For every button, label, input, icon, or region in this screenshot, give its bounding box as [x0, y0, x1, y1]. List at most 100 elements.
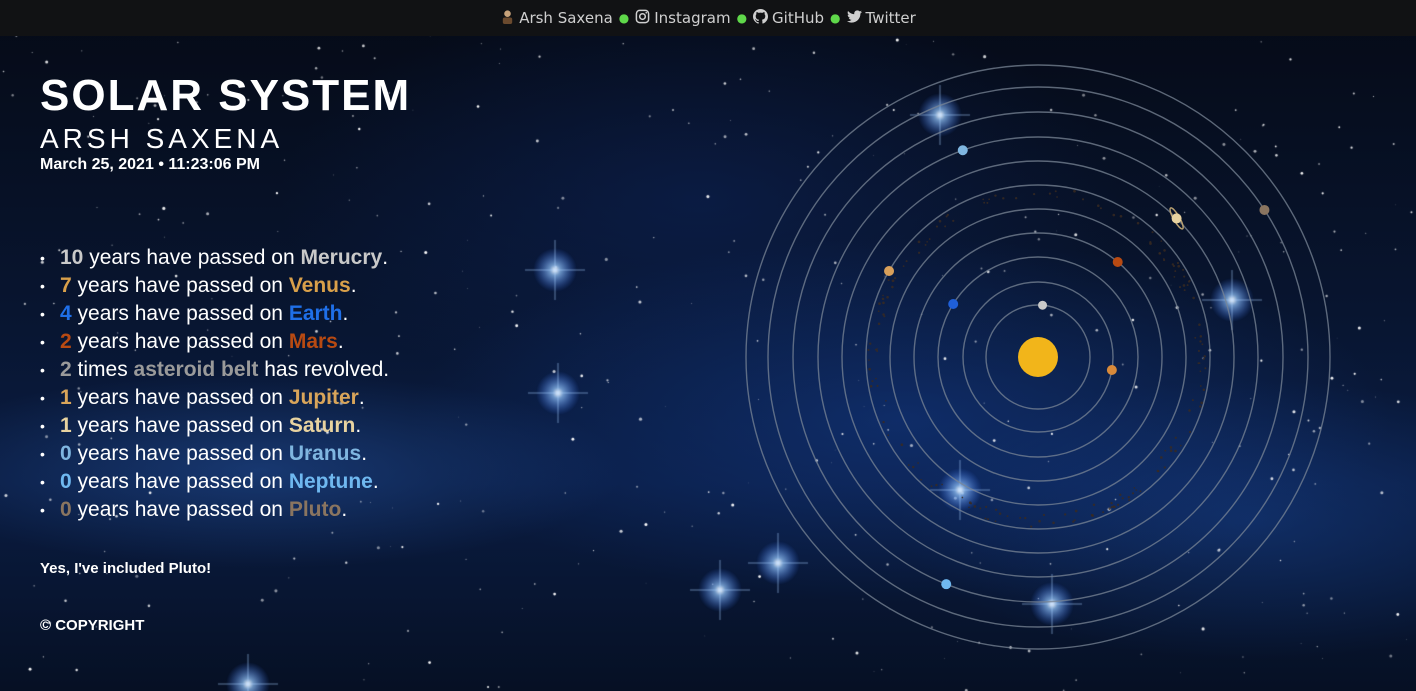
asteroid — [1019, 516, 1022, 519]
asteroid — [1174, 449, 1177, 453]
asteroid — [1110, 501, 1113, 505]
asteroid — [869, 342, 872, 345]
copyright-text: © COPYRIGHT — [40, 617, 145, 634]
solar-system-diagram — [745, 64, 1331, 650]
separator-dot: ● — [830, 11, 841, 25]
asteroid — [900, 443, 904, 447]
list-item: 0 years have passed on Pluto. — [40, 496, 411, 524]
list-item: 2 times asteroid belt has revolved. — [40, 356, 411, 384]
asteroid — [1108, 507, 1111, 510]
twitter-label: Twitter — [865, 9, 916, 27]
asteroid — [1048, 192, 1052, 195]
planet-name: Jupiter — [288, 386, 359, 409]
planet-name: asteroid belt — [133, 358, 259, 381]
asteroid — [998, 512, 1002, 515]
asteroid — [871, 380, 874, 383]
asteroid — [968, 506, 970, 509]
year-count: 7 — [60, 274, 72, 297]
asteroid — [1169, 446, 1173, 449]
asteroid — [882, 420, 885, 424]
asteroid — [893, 276, 897, 280]
separator-dot: ● — [736, 11, 748, 25]
asteroid — [868, 367, 871, 371]
asteroid — [994, 520, 997, 523]
asteroid — [952, 219, 955, 222]
year-text: years have passed on — [71, 414, 289, 437]
asteroid — [1176, 261, 1180, 265]
year-suffix: . — [361, 442, 368, 465]
year-count: 0 — [60, 470, 72, 493]
planet-name: Pluto — [288, 498, 342, 521]
asteroid — [1056, 196, 1058, 198]
asteroid — [1182, 268, 1185, 271]
asteroid — [917, 240, 921, 244]
instagram-link[interactable]: Instagram — [635, 9, 731, 28]
asteroid — [1042, 513, 1046, 517]
date-text: March 25, 2021 — [40, 156, 154, 173]
page-subtitle: ARSH SAXENA — [40, 123, 284, 154]
planet-mars — [1112, 257, 1123, 268]
asteroid — [983, 201, 986, 204]
asteroid — [961, 496, 964, 499]
asteroid — [1133, 486, 1136, 489]
asteroid — [1183, 275, 1186, 278]
asteroid — [877, 322, 881, 326]
date-separator: • — [158, 156, 164, 173]
asteroid — [1073, 189, 1076, 193]
asteroid — [924, 243, 927, 246]
asteroid — [1174, 436, 1177, 439]
planet-name: Earth — [288, 302, 343, 325]
year-count: 2 — [60, 358, 72, 381]
planet-name: Uranus — [288, 442, 362, 465]
asteroid — [985, 505, 988, 508]
author-link[interactable]: Arsh Saxena — [500, 9, 613, 28]
asteroid — [868, 359, 870, 361]
asteroid — [930, 485, 933, 488]
year-text: years have passed on — [71, 274, 289, 297]
asteroid — [1199, 370, 1202, 373]
github-link[interactable]: GitHub — [753, 8, 824, 28]
planet-venus — [1106, 365, 1117, 376]
year-suffix: . — [372, 470, 379, 493]
year-text: years have passed on — [71, 498, 289, 521]
planet-earth — [948, 299, 959, 310]
asteroid — [877, 310, 880, 313]
asteroid — [1198, 362, 1201, 365]
asteroid — [928, 238, 931, 240]
github-icon — [753, 8, 769, 28]
asteroid — [1204, 367, 1207, 370]
year-suffix: . — [342, 302, 349, 325]
planet-jupiter — [884, 266, 895, 276]
list-item: 10 years have passed on Merucry. — [40, 244, 411, 272]
asteroid — [982, 198, 985, 201]
asteroid — [986, 518, 990, 521]
list-item: 0 years have passed on Uranus. — [40, 440, 411, 468]
asteroid — [1163, 257, 1165, 260]
twitter-icon — [846, 9, 862, 28]
asteroid — [1192, 296, 1195, 300]
asteroid — [907, 464, 910, 466]
twitter-link[interactable]: Twitter — [846, 9, 916, 28]
year-count: 1 — [60, 386, 72, 409]
asteroid — [891, 285, 894, 289]
year-suffix: . — [350, 274, 357, 297]
asteroid — [912, 465, 915, 469]
time-text: 11:23:06 PM — [168, 156, 260, 173]
asteroid — [876, 348, 878, 350]
asteroid — [902, 265, 905, 268]
list-item: 4 years have passed on Earth. — [40, 300, 411, 328]
asteroid — [887, 434, 890, 437]
asteroid — [1203, 355, 1206, 358]
planet-neptune — [941, 579, 952, 590]
asteroid — [905, 260, 908, 263]
asteroid — [1173, 275, 1176, 278]
asteroid — [1194, 336, 1197, 339]
asteroid — [1128, 499, 1131, 502]
top-bar: Arsh Saxena ● Instagram ● GitHub ● Twitt… — [0, 0, 1416, 36]
asteroid — [926, 241, 928, 243]
asteroid — [1163, 249, 1166, 252]
asteroid — [1179, 444, 1182, 447]
asteroid — [984, 517, 987, 520]
asteroid — [875, 377, 877, 380]
asteroid — [1038, 519, 1041, 523]
